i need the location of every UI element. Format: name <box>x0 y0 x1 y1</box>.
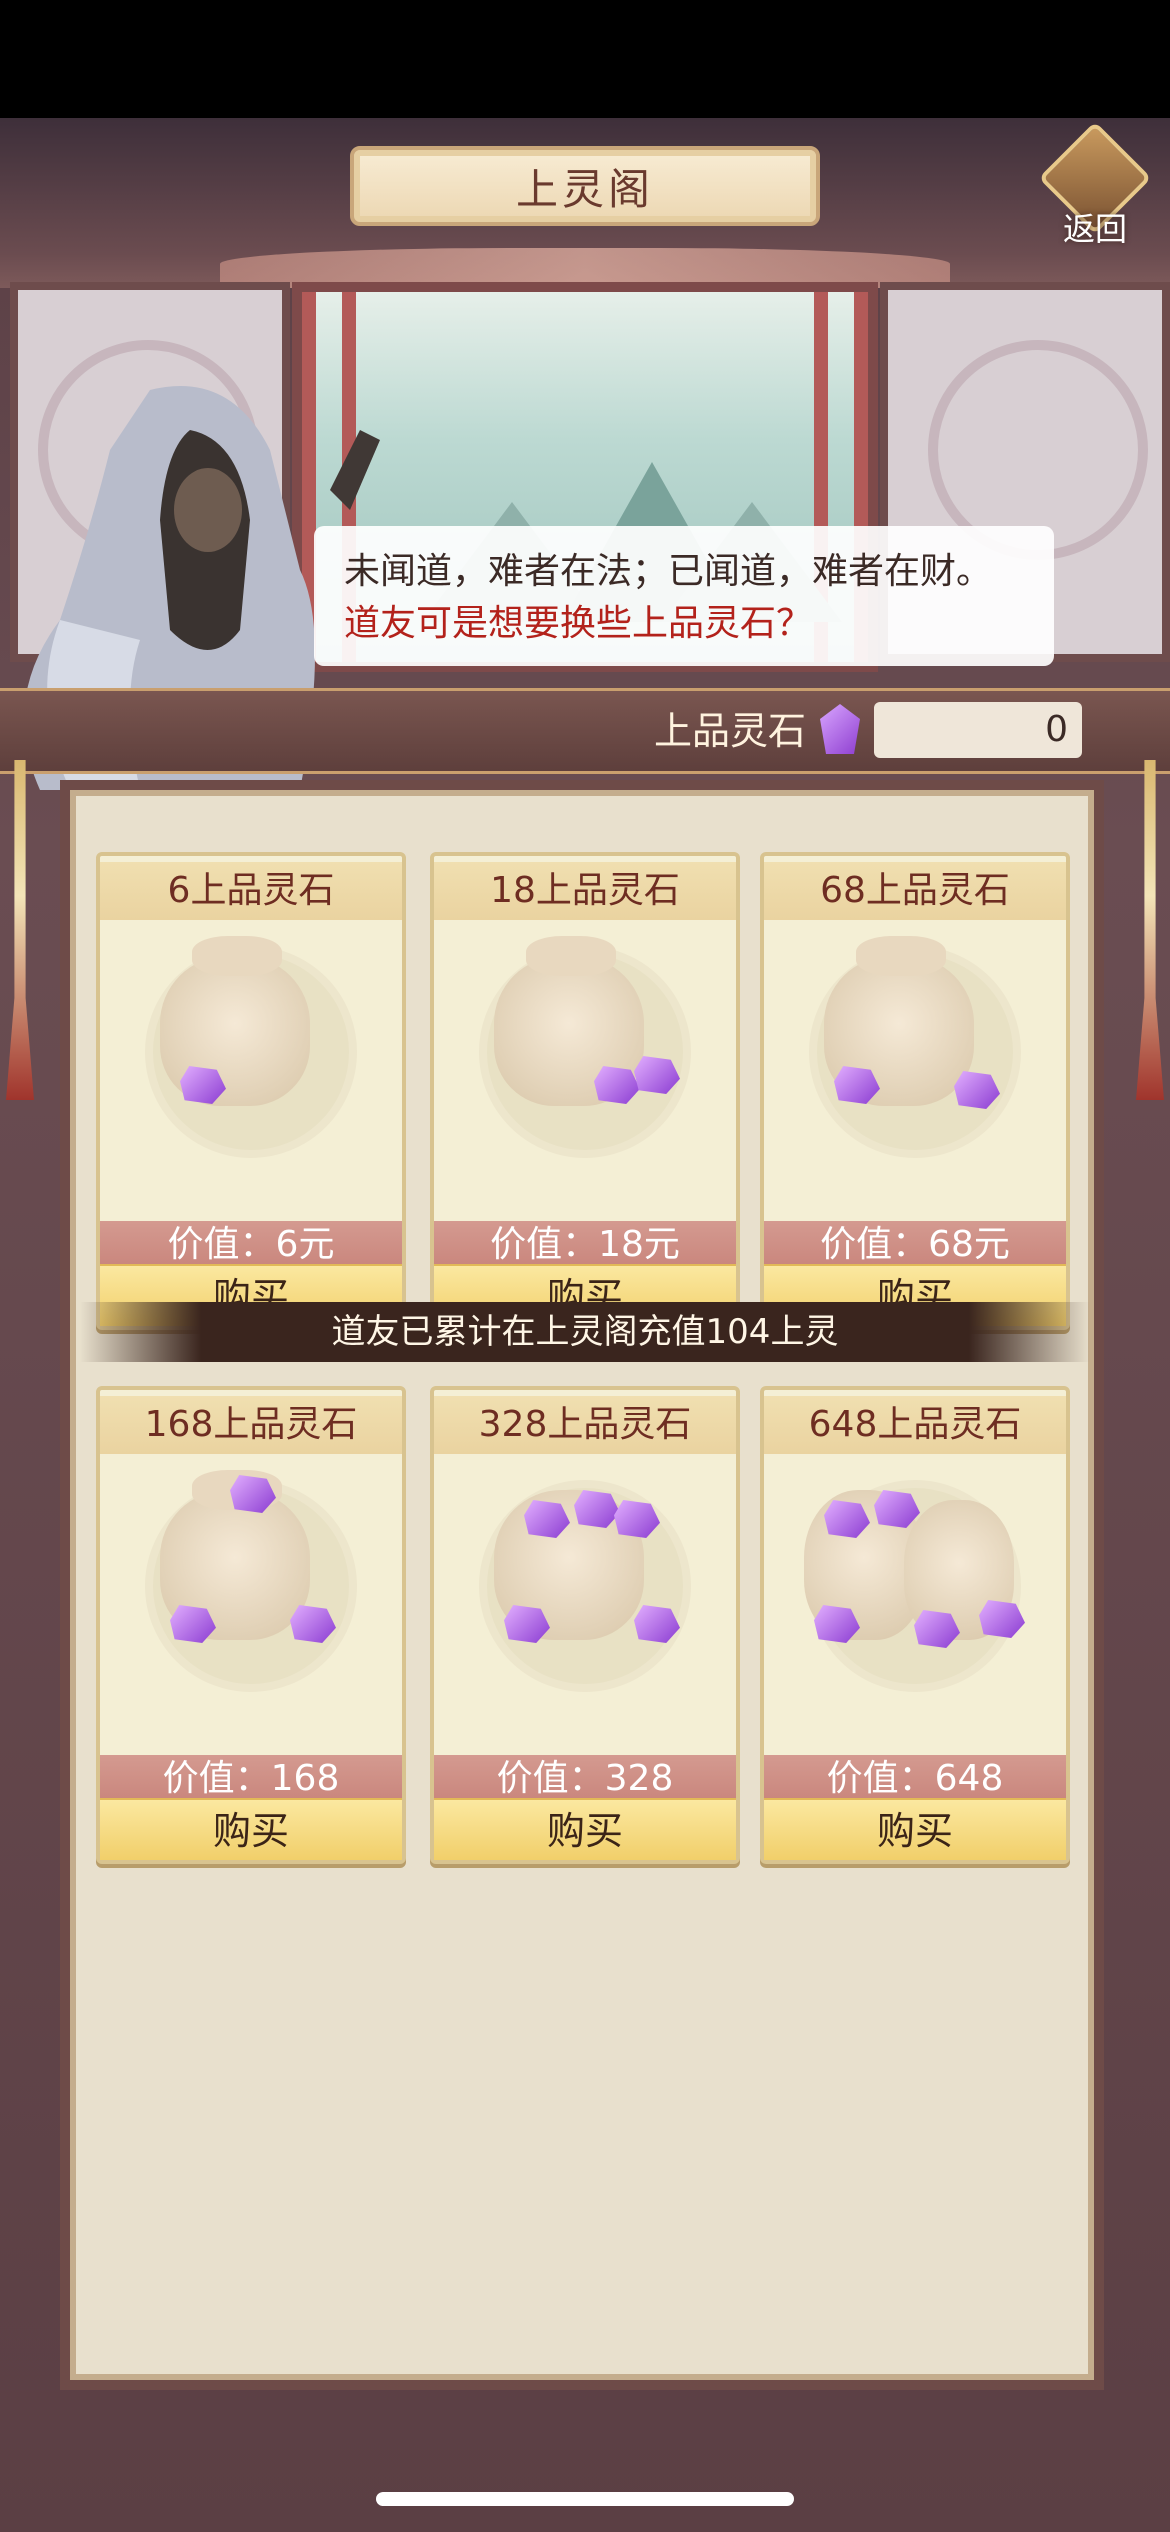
product-title: 6上品灵石 <box>100 862 402 920</box>
bag-knot <box>192 936 282 976</box>
home-indicator[interactable] <box>376 2492 794 2506</box>
product-card: 18上品灵石 价值：18元 购买 <box>430 852 740 1330</box>
recharge-total-banner: 道友已累计在上灵阁充值104上灵 <box>80 1302 1090 1362</box>
product-value: 价值：648 <box>764 1755 1066 1803</box>
buy-button[interactable]: 购买 <box>764 1798 1066 1860</box>
dialogue-line-1: 未闻道，难者在法；已闻道，难者在财。 <box>344 551 993 592</box>
product-card: 168上品灵石 价值：168 购买 <box>96 1386 406 1864</box>
back-button[interactable]: 返回 <box>1038 121 1152 252</box>
product-card: 6上品灵石 价值：6元 购买 <box>96 852 406 1330</box>
product-card: 328上品灵石 价值：328 购买 <box>430 1386 740 1864</box>
buy-button[interactable]: 购买 <box>434 1798 736 1860</box>
bag-knot <box>526 936 616 976</box>
product-value: 价值：168 <box>100 1755 402 1803</box>
currency-label: 上品灵石 <box>654 709 807 753</box>
back-label: 返回 <box>1062 210 1127 248</box>
dialogue-line-2: 道友可是想要换些上品灵石？ <box>344 603 813 644</box>
product-value: 价值：328 <box>434 1755 736 1803</box>
currency-amount: 0 <box>874 702 1082 758</box>
product-card: 68上品灵石 价值：68元 购买 <box>760 852 1070 1330</box>
product-title: 328上品灵石 <box>434 1396 736 1454</box>
buy-button[interactable]: 购买 <box>100 1798 402 1860</box>
product-title: 68上品灵石 <box>764 862 1066 920</box>
bag-knot <box>856 936 946 976</box>
product-title: 18上品灵石 <box>434 862 736 920</box>
product-value: 价值：68元 <box>764 1221 1066 1269</box>
product-title: 648上品灵石 <box>764 1396 1066 1454</box>
product-value: 价值：6元 <box>100 1221 402 1269</box>
status-bar <box>0 0 1170 118</box>
npc-dialogue-box: 未闻道，难者在法；已闻道，难者在财。 道友可是想要换些上品灵石？ <box>314 526 1054 666</box>
page-title: 上灵阁 <box>350 146 820 226</box>
product-value: 价值：18元 <box>434 1221 736 1269</box>
product-title: 168上品灵石 <box>100 1396 402 1454</box>
product-card: 648上品灵石 价值：648 购买 <box>760 1386 1070 1864</box>
